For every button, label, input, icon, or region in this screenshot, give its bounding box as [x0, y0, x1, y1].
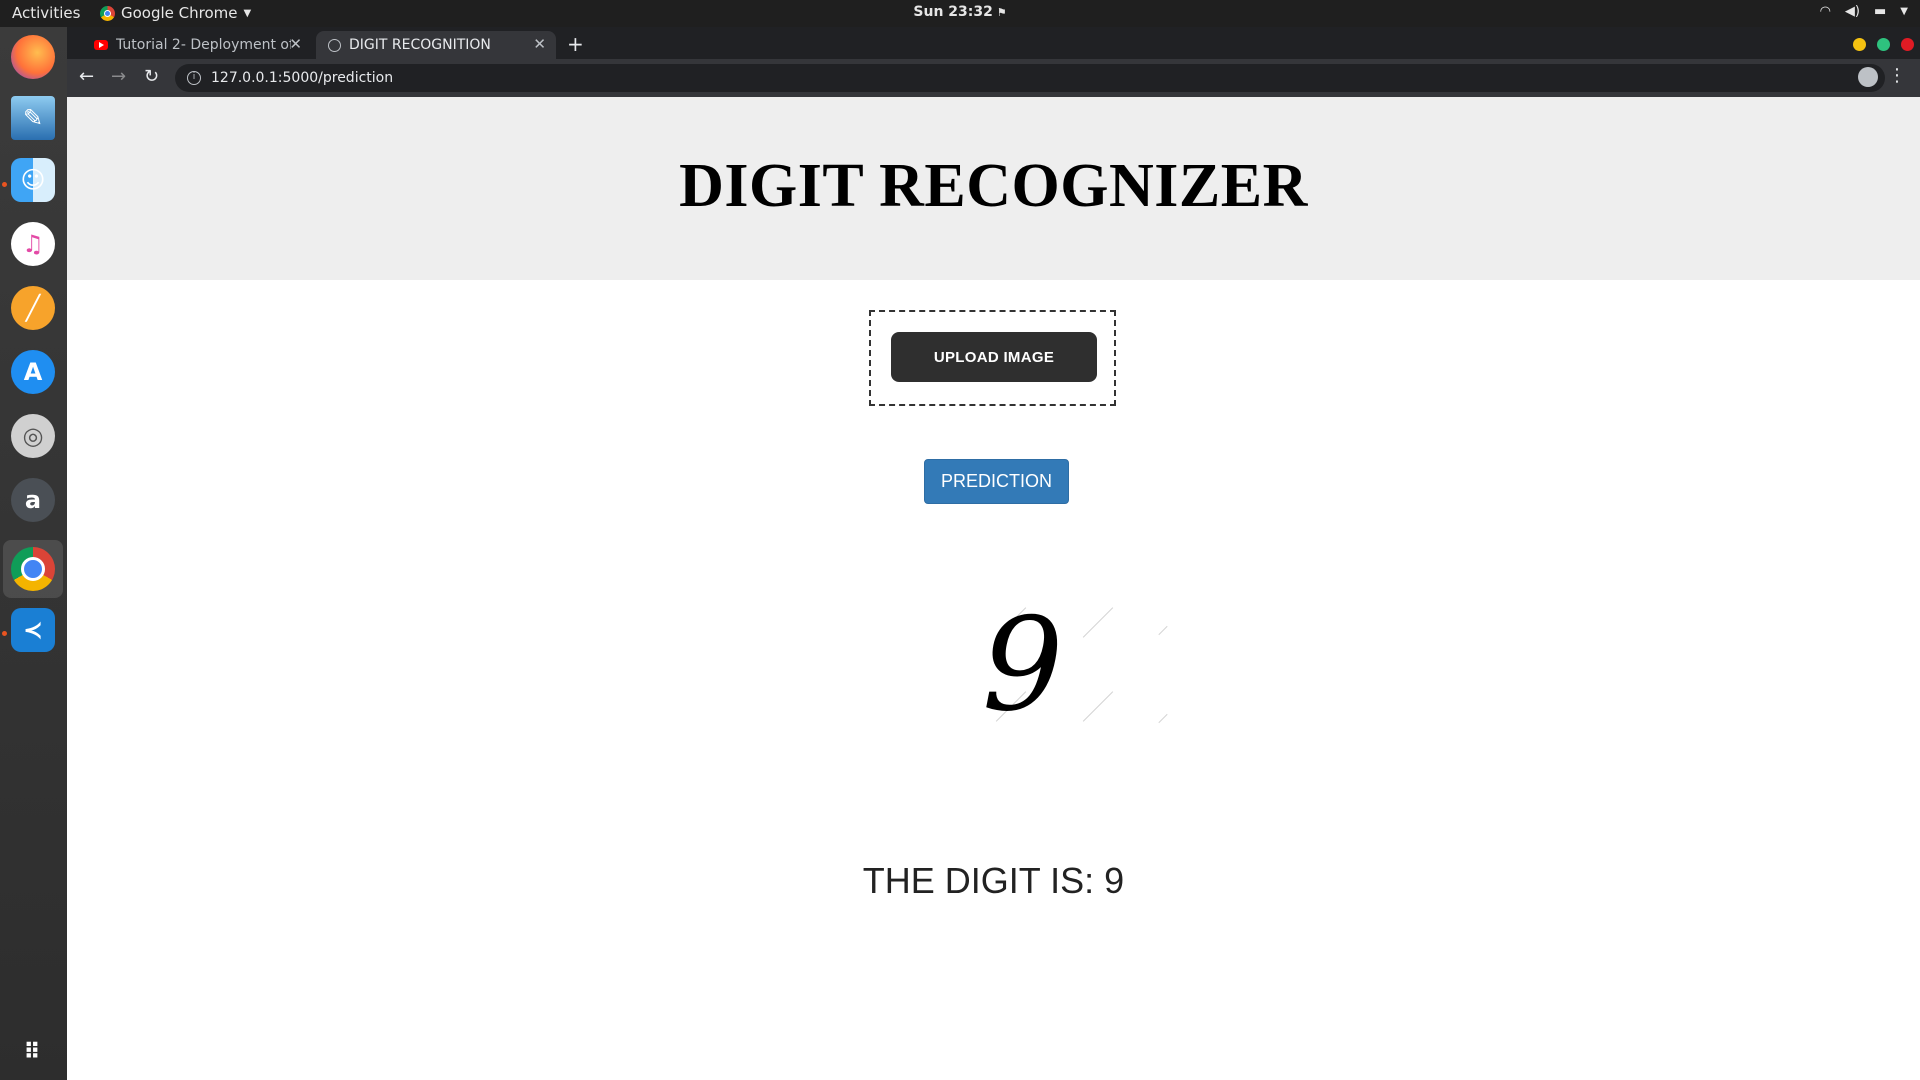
uploaded-digit-image: 9 — [922, 602, 1172, 797]
finder-icon: ☺ — [11, 158, 55, 202]
dock-chrome[interactable] — [3, 540, 63, 598]
address-bar[interactable]: i 127.0.0.1:5000/prediction ☆ — [175, 64, 1885, 92]
lifebuoy-icon: ◎ — [11, 414, 55, 458]
chrome-icon — [11, 547, 55, 591]
show-applications-button[interactable]: ⠿ — [8, 1027, 58, 1077]
dock-vscode[interactable]: ≺ — [8, 605, 58, 655]
grid-icon: ⠿ — [23, 1039, 43, 1065]
close-window-button[interactable] — [1901, 38, 1914, 51]
app-store-icon: A — [11, 350, 55, 394]
close-icon[interactable]: ✕ — [289, 35, 302, 53]
tab-tutorial[interactable]: Tutorial 2- Deployment of ✕ — [82, 31, 312, 59]
battery-icon[interactable]: ▬ — [1874, 4, 1886, 19]
tab-title: DIGIT RECOGNITION — [349, 37, 491, 53]
clock[interactable]: Sun 23:32 — [913, 4, 992, 20]
watermark-line — [1082, 691, 1114, 722]
menu-dots-icon[interactable]: ⋮ — [1888, 65, 1906, 86]
shotwell-icon: ✎ — [11, 96, 55, 140]
upload-dropzone[interactable]: UPLOAD IMAGE — [869, 310, 1116, 406]
info-icon[interactable]: i — [187, 71, 201, 85]
dock-amazon[interactable]: a — [8, 475, 58, 525]
account-icon[interactable] — [1858, 67, 1878, 87]
dock-app-store[interactable]: A — [8, 347, 58, 397]
app-menu[interactable]: Google Chrome ▼ — [100, 4, 251, 22]
dock-firefox[interactable] — [8, 32, 58, 82]
dock-finder[interactable]: ☺ — [8, 155, 58, 205]
chrome-icon — [100, 5, 115, 21]
url-text: 127.0.0.1:5000/prediction — [211, 70, 394, 86]
page-title: DIGIT RECOGNIZER — [679, 152, 1308, 220]
alarm-icon: ⚑ — [992, 6, 1007, 19]
new-tab-button[interactable]: + — [567, 32, 584, 56]
vscode-icon: ≺ — [11, 608, 55, 652]
prediction-result: THE DIGIT IS: 9 — [862, 860, 1125, 901]
page-header: DIGIT RECOGNIZER — [67, 97, 1920, 280]
running-indicator — [2, 182, 7, 187]
upload-image-button[interactable]: UPLOAD IMAGE — [891, 332, 1097, 382]
wifi-icon[interactable]: ◠ — [1820, 4, 1831, 19]
forward-arrow-icon[interactable]: → — [111, 66, 126, 87]
web-page: DIGIT RECOGNIZER UPLOAD IMAGE PREDICTION… — [67, 97, 1920, 1080]
dock-shotwell[interactable]: ✎ — [8, 93, 58, 143]
music-note-icon: ♫ — [11, 222, 55, 266]
watermark-line — [1158, 713, 1168, 724]
watermark-line — [1082, 607, 1114, 638]
globe-icon — [328, 38, 341, 52]
activities-button[interactable]: Activities — [12, 4, 80, 22]
tab-digit-recognition[interactable]: DIGIT RECOGNITION ✕ — [316, 31, 556, 59]
browser-toolbar: ← → ↻ i 127.0.0.1:5000/prediction ☆ ⋮ — [67, 59, 1920, 97]
amazon-icon: a — [11, 478, 55, 522]
dock-sublime-text[interactable]: ╱ — [8, 283, 58, 333]
dock-help[interactable]: ◎ — [8, 411, 58, 461]
minimize-button[interactable] — [1853, 38, 1866, 51]
dock-itunes[interactable]: ♫ — [8, 219, 58, 269]
volume-icon[interactable]: ◀) — [1845, 4, 1860, 19]
back-arrow-icon[interactable]: ← — [79, 66, 94, 87]
app-menu-label: Google Chrome — [121, 4, 238, 22]
system-top-bar: Activities Google Chrome ▼ Sun 23:32 ⚑ ◠… — [0, 0, 1920, 27]
digit-glyph: 9 — [982, 591, 1064, 740]
firefox-icon — [11, 35, 55, 79]
tab-strip: Tutorial 2- Deployment of ✕ DIGIT RECOGN… — [67, 27, 1920, 59]
system-menu-icon[interactable]: ▼ — [1900, 6, 1908, 17]
reload-icon[interactable]: ↻ — [144, 66, 159, 87]
dock: ✎ ☺ ♫ ╱ A ◎ a ≺ ⠿ — [0, 27, 68, 1080]
prediction-button[interactable]: PREDICTION — [924, 459, 1069, 504]
close-icon[interactable]: ✕ — [533, 35, 546, 53]
caret-down-icon: ▼ — [243, 7, 252, 19]
running-indicator — [2, 631, 7, 636]
youtube-icon — [94, 40, 108, 50]
pencil-icon: ╱ — [11, 286, 55, 330]
watermark-line — [1158, 625, 1168, 636]
tab-title: Tutorial 2- Deployment of — [116, 37, 291, 53]
maximize-button[interactable] — [1877, 38, 1890, 51]
